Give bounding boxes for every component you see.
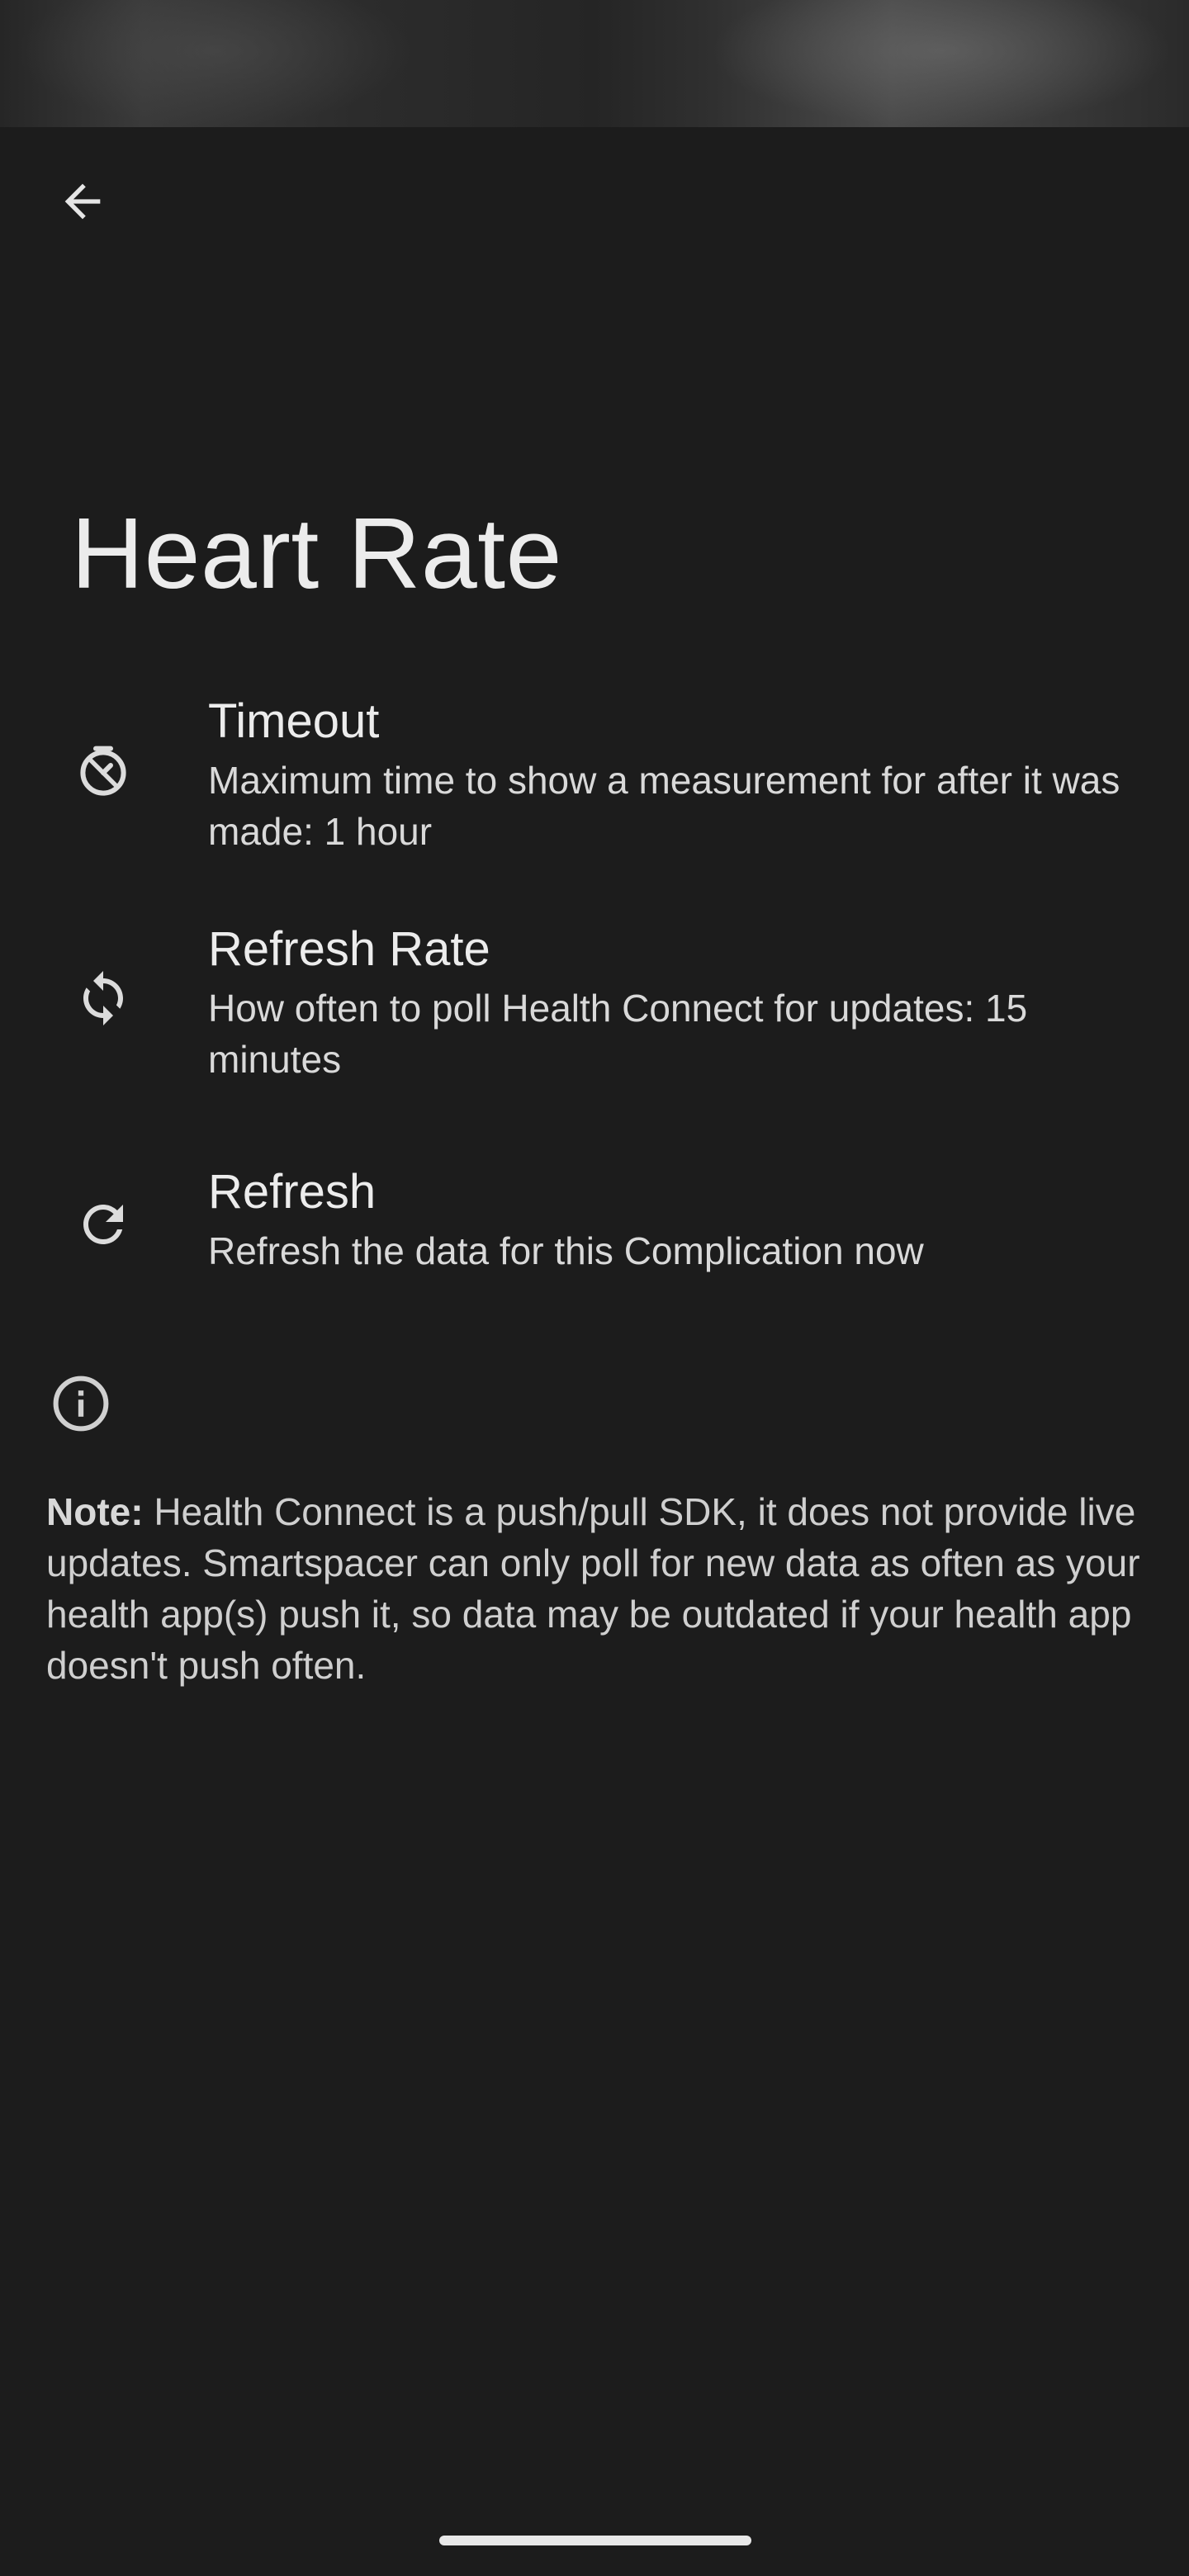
preference-title: Refresh Rate <box>208 922 490 976</box>
info-icon <box>48 1371 114 1437</box>
timeout-preference[interactable]: Timeout Maximum time to show a measureme… <box>0 692 1189 874</box>
preference-title: Timeout <box>208 694 380 748</box>
status-bar <box>0 0 1189 127</box>
preference-summary: Maximum time to show a measurement for a… <box>208 759 1120 853</box>
arrow-back-icon <box>56 175 109 228</box>
refresh-preference[interactable]: Refresh Refresh the data for this Compli… <box>0 1163 1189 1295</box>
refresh-icon <box>71 1192 135 1257</box>
note-label: Note: <box>46 1490 144 1533</box>
home-indicator[interactable] <box>439 2536 751 2545</box>
preference-title: Refresh <box>208 1165 377 1219</box>
info-note: Note: Health Connect is a push/pull SDK,… <box>46 1486 1153 1691</box>
timer-off-icon <box>71 738 135 803</box>
sync-icon <box>71 966 135 1030</box>
preference-summary: How often to poll Health Connect for upd… <box>208 987 1028 1081</box>
note-text: Health Connect is a push/pull SDK, it do… <box>46 1490 1140 1687</box>
preference-summary: Refresh the data for this Complication n… <box>208 1229 924 1272</box>
refresh-rate-preference[interactable]: Refresh Rate How often to poll Health Co… <box>0 920 1189 1101</box>
back-button[interactable] <box>46 165 119 238</box>
status-bar-right-blur <box>710 0 1172 127</box>
page-title: Heart Rate <box>71 497 562 609</box>
status-bar-left-blur <box>17 0 413 127</box>
settings-screen: Heart Rate Timeout Maximum time to show … <box>0 0 1189 2576</box>
